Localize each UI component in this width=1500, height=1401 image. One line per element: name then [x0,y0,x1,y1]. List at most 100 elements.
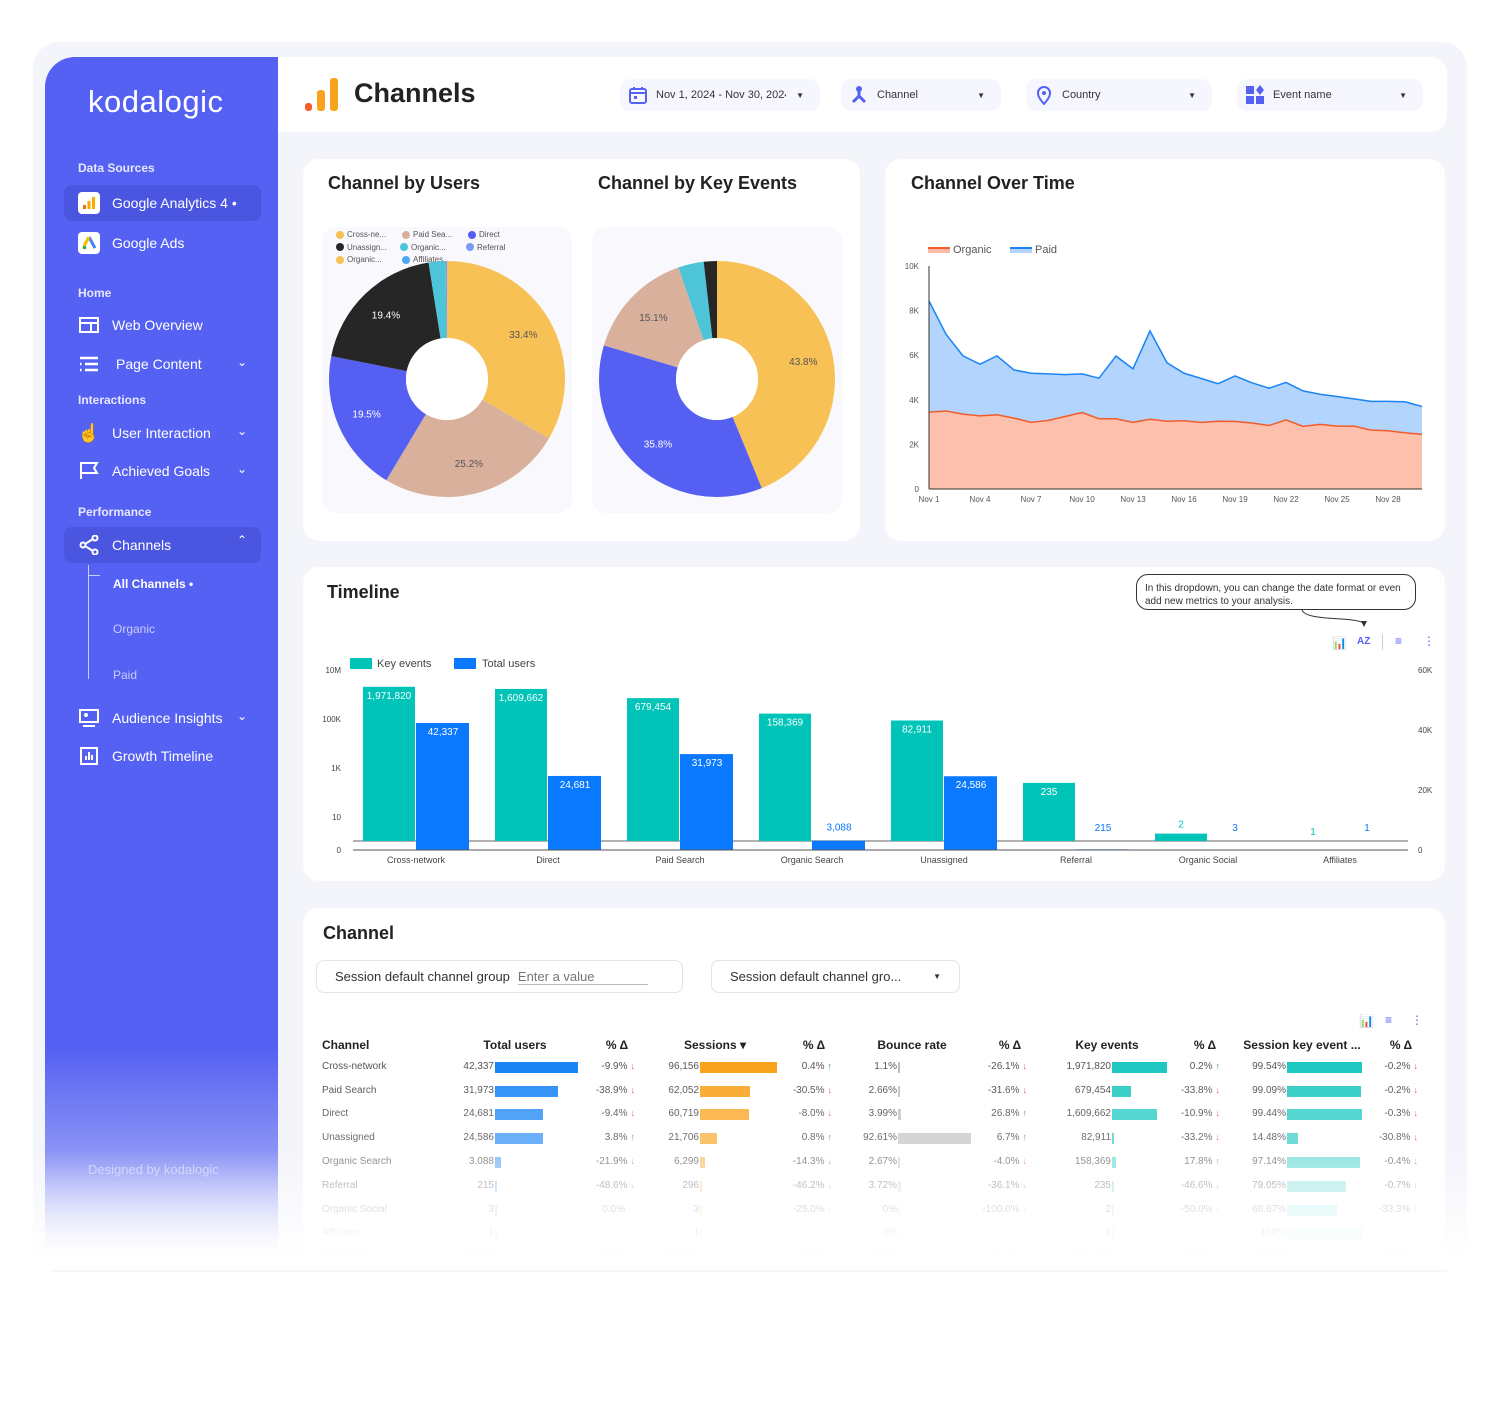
sidebar-item-achieved-goals[interactable]: Achieved Goals ⌄ [64,453,261,489]
cell-bar [495,1133,544,1144]
cell-bar [1112,1228,1114,1239]
sort-az-icon[interactable]: AZ [1357,636,1370,647]
legend-label: Direct [479,230,500,239]
sidebar-item-google-analytics[interactable]: Google Analytics 4 • [64,185,261,221]
list-icon [78,353,100,375]
chevron-down-icon[interactable]: ⌄ [237,462,247,476]
x-tick-label: Nov 22 [1273,495,1299,504]
cell-value: 215 [477,1180,494,1191]
sidebar-item-web-overview[interactable]: Web Overview [64,307,261,343]
column-header[interactable]: Total users [483,1038,546,1052]
total-users-label: 1 [1364,823,1370,834]
column-header[interactable]: Channel [322,1038,369,1052]
chart-title-users: Channel by Users [328,173,481,193]
cell-value: 24,586 [463,1132,494,1143]
legend-item[interactable]: Cross-ne... [336,229,394,240]
arrow-down-icon: ↓ [1413,1132,1419,1142]
cell-value: 42,337 [463,1061,494,1072]
date-range-value: Nov 1, 2024 - Nov 30, 2024 [656,89,786,101]
sidebar-item-user-interaction[interactable]: ☝ User Interaction ⌄ [64,415,261,451]
y-left-tick-label: 0 [337,846,342,855]
filter-icon[interactable]: ≡ [1395,634,1402,648]
column-header[interactable]: Bounce rate [877,1038,946,1052]
chevron-down-icon[interactable]: ⌄ [237,709,247,723]
more-options-icon[interactable]: ⋮ [1411,1013,1423,1027]
cell-value: 158,369 [1074,1156,1111,1167]
cell-value: 66.67% [1252,1204,1286,1215]
arrow-down-icon: ↓ [827,1247,833,1257]
x-tick-label: Paid Search [655,855,704,865]
channel-group-input[interactable] [517,968,648,985]
channel-group-dropdown[interactable]: Session default channel gro... ▼ [711,960,960,993]
cell-bar [495,1181,497,1192]
column-header[interactable]: % Δ [606,1038,628,1052]
slice-label: 25.2% [455,459,483,470]
date-range-filter[interactable]: Nov 1, 2024 - Nov 30, 2024 ▼ [620,79,820,111]
legend-item[interactable]: Direct [468,229,526,240]
arrow-down-icon: ↓ [1215,1085,1221,1095]
cell-bar [1112,1157,1117,1168]
y-tick-label: 8K [909,307,919,316]
cell-value: 92.61% [863,1132,897,1143]
arrow-up-icon: ↑ [1022,1247,1028,1257]
cell-bar [700,1228,702,1239]
chart-title-timeline: Timeline [327,582,400,602]
sub-item-all-channels[interactable]: All Channels • [113,577,193,591]
column-header[interactable]: Session key event ... [1243,1038,1360,1052]
cell-change: -9.4% ↓ [601,1108,635,1119]
tooltip-annotation: In this dropdown, you can change the dat… [1136,574,1416,610]
legend-item[interactable]: Paid Sea... [402,229,460,240]
sidebar-item-google-ads[interactable]: Google Ads [64,225,261,261]
sidebar-item-page-content[interactable]: Page Content ⌄ [64,346,261,382]
legend-label: Paid Sea... [413,230,453,239]
add-metric-icon[interactable]: 📊 [1332,636,1347,650]
layout-icon [78,314,100,336]
sub-item-organic[interactable]: Organic [113,622,155,636]
event-name-filter[interactable]: Event name ▼ [1237,79,1423,111]
calendar-icon [629,87,647,104]
total-users-bar [812,840,865,850]
cell-value: 60,719 [668,1108,699,1119]
key-events-label: 1,609,662 [499,693,544,704]
add-metric-icon[interactable]: 📊 [1359,1014,1374,1028]
chevron-down-icon[interactable]: ⌄ [237,424,247,438]
sub-item-paid[interactable]: Paid [113,668,137,682]
sidebar-item-audience-insights[interactable]: Audience Insights ⌄ [64,700,261,736]
cell-change: -0.2% ↓ [1384,1085,1418,1096]
column-header[interactable]: % Δ [999,1038,1021,1052]
legend-label: Key events [377,658,432,670]
sidebar-item-channels[interactable]: Channels ⌃ [64,527,261,563]
google-analytics-icon [78,192,100,214]
cell-value: 62,052 [668,1085,699,1096]
cell-change: 6.7% ↑ [996,1132,1027,1143]
column-header[interactable]: % Δ [1194,1038,1216,1052]
column-header[interactable]: Key events [1075,1038,1138,1052]
arrow-down-icon: ↓ [1413,1085,1419,1095]
cell-bar [1287,1228,1362,1239]
key-events-label: 1,971,820 [367,691,412,702]
column-header[interactable]: Sessions ▾ [684,1038,746,1052]
column-header[interactable]: % Δ [803,1038,825,1052]
sidebar-item-growth-timeline[interactable]: Growth Timeline [64,738,261,774]
cell-change: -0.7% ↓ [1384,1180,1418,1191]
slice-label: 15.1% [639,313,667,324]
chevron-up-icon[interactable]: ⌃ [237,533,247,547]
shapes-icon [1246,85,1264,104]
chevron-down-icon[interactable]: ⌄ [237,355,247,369]
cell-bar [1112,1205,1114,1216]
channel-filter[interactable]: Channel ▼ [841,79,1001,111]
legend-swatch [336,230,344,239]
toolbar-divider [1382,634,1383,650]
column-header[interactable]: % Δ [1390,1038,1412,1052]
cell-bar [1112,1133,1115,1144]
more-options-icon[interactable]: ⋮ [1423,634,1435,648]
cell-bar [700,1109,749,1120]
cell-change: 0.2% ↑ [1189,1061,1220,1072]
sidebar-item-label: User Interaction [112,425,211,441]
filter-icon[interactable]: ≡ [1385,1013,1392,1027]
country-filter[interactable]: Country ▼ [1026,79,1212,111]
slice-label: 33.4% [509,330,537,341]
x-tick-label: Nov 1 [919,495,940,504]
cell-value: 2 [1105,1204,1111,1215]
key-events-bar [1155,833,1207,841]
